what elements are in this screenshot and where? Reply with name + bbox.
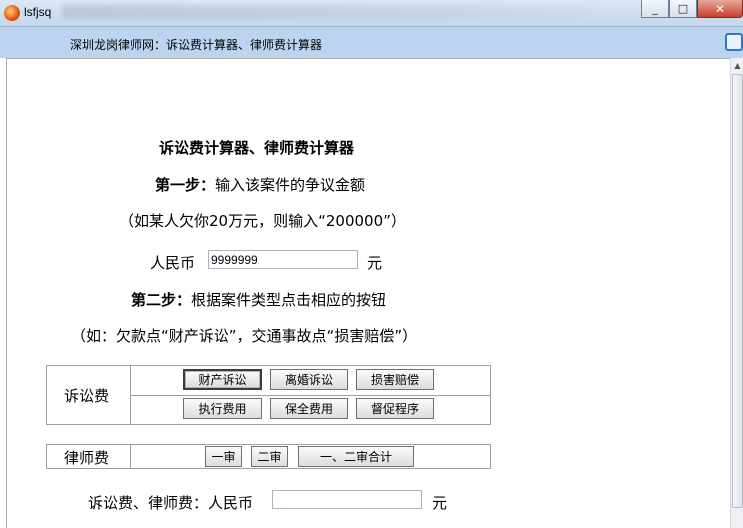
enforcement-fee-button[interactable]: 执行费用 (183, 398, 262, 419)
title-bar: lsfjsq _ □ ✕ (0, 0, 743, 27)
step2-hint: （如：欠款点“财产诉讼”，交通事故点“损害赔偿”） (71, 327, 418, 345)
result-label: 诉讼费、律师费：人民币 (88, 494, 254, 512)
combined-instances-button[interactable]: 一、二审合计 (298, 446, 414, 467)
supervision-procedure-button[interactable]: 督促程序 (356, 398, 434, 419)
vertical-scrollbar[interactable]: ▲ (730, 58, 743, 528)
banner-title: 深圳龙岗律师网：诉讼费计算器、律师费计算器 (70, 38, 323, 52)
damage-compensation-button[interactable]: 损害赔偿 (356, 369, 434, 390)
lawyer-label: 律师费 (64, 449, 110, 467)
close-icon: ✕ (714, 1, 726, 16)
banner-widget-icon[interactable] (725, 33, 743, 51)
step1-row: 第一步：输入该案件的争议金额 (155, 174, 365, 195)
step1-text: 输入该案件的争议金额 (215, 176, 366, 194)
scroll-thumb[interactable] (732, 74, 743, 508)
divorce-lawsuit-button[interactable]: 离婚诉讼 (270, 369, 348, 390)
step2-row: 第二步：根据案件类型点击相应的按钮 (131, 289, 386, 310)
property-lawsuit-button[interactable]: 财产诉讼 (183, 369, 262, 390)
result-output[interactable] (272, 490, 422, 509)
currency-label: 人民币 (150, 254, 196, 272)
step2-text: 根据案件类型点击相应的按钮 (191, 291, 387, 309)
title-blur-overlay (62, 5, 622, 19)
litigation-label: 诉讼费 (64, 387, 110, 405)
maximize-button[interactable]: □ (669, 0, 697, 18)
amount-input[interactable] (208, 250, 358, 269)
result-unit-label: 元 (432, 494, 448, 512)
unit-label: 元 (367, 254, 383, 272)
page-title: 诉讼费计算器、律师费计算器 (159, 139, 355, 157)
window-controls: _ □ ✕ (641, 0, 743, 20)
minimize-icon: _ (652, 2, 658, 15)
window-title: lsfjsq (24, 5, 52, 19)
step2-label: 第二步： (131, 291, 192, 309)
preservation-fee-button[interactable]: 保全费用 (270, 398, 348, 419)
app-icon (4, 5, 20, 21)
minimize-button[interactable]: _ (641, 0, 669, 18)
maximize-icon: □ (677, 2, 689, 15)
banner: 深圳龙岗律师网：诉讼费计算器、律师费计算器 (0, 27, 743, 58)
close-button[interactable]: ✕ (697, 0, 743, 18)
first-instance-button[interactable]: 一审 (205, 446, 242, 467)
scroll-up-icon[interactable]: ▲ (732, 60, 743, 71)
step1-label: 第一步： (155, 176, 216, 194)
step1-hint: （如某人欠你20万元，则输入“200000”） (119, 212, 406, 230)
second-instance-button[interactable]: 二审 (251, 446, 288, 467)
